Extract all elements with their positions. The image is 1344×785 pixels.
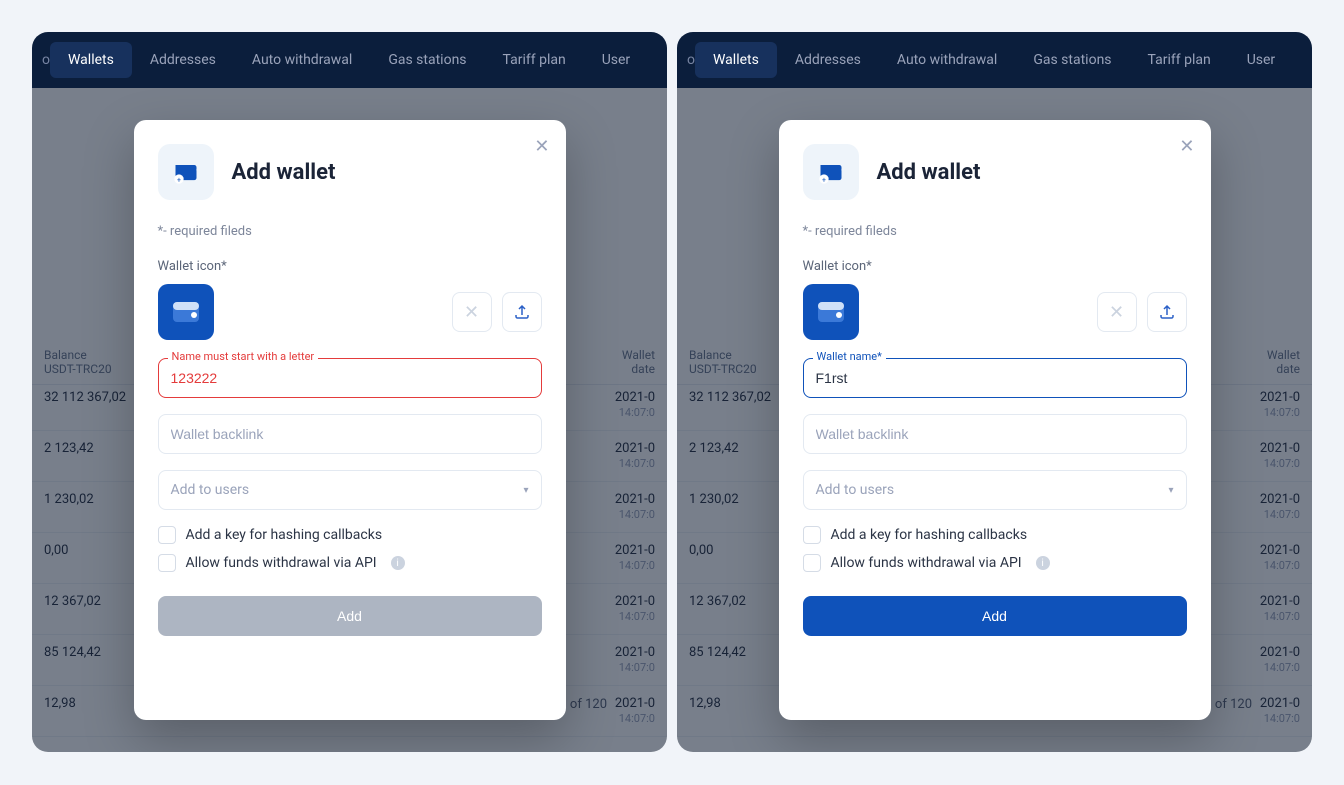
- tab-tariff-plan[interactable]: Tariff plan: [485, 42, 584, 78]
- wallet-name-input[interactable]: [158, 358, 542, 398]
- app-panel-right: o Wallets Addresses Auto withdrawal Gas …: [677, 32, 1312, 752]
- api-withdrawal-label: Allow funds withdrawal via API: [831, 555, 1022, 571]
- wallet-backlink-input[interactable]: [803, 414, 1187, 454]
- tab-gas-stations[interactable]: Gas stations: [370, 42, 484, 78]
- svg-text:+: +: [822, 177, 826, 185]
- select-placeholder: Add to users: [171, 482, 250, 498]
- tab-auto-withdrawal[interactable]: Auto withdrawal: [234, 42, 370, 78]
- wallet-backlink-field: [803, 414, 1187, 454]
- navbar: o Wallets Addresses Auto withdrawal Gas …: [32, 32, 667, 88]
- hash-callbacks-checkbox[interactable]: [803, 526, 821, 544]
- wallet-icon-preview[interactable]: [803, 284, 859, 340]
- hash-callbacks-checkbox[interactable]: [158, 526, 176, 544]
- add-button[interactable]: Add: [803, 596, 1187, 636]
- remove-icon-button[interactable]: ✕: [452, 292, 492, 332]
- add-to-users-select[interactable]: Add to users ▾: [158, 470, 542, 510]
- x-icon: ✕: [1109, 302, 1124, 323]
- wallet-icon-label: Wallet icon*: [803, 259, 1187, 274]
- modal-overlay: ✕ + Add wallet *- required fileds Wallet…: [677, 88, 1312, 752]
- nav-edge: o: [687, 52, 695, 68]
- x-icon: ✕: [464, 302, 479, 323]
- svg-text:+: +: [177, 177, 181, 185]
- add-to-users-select[interactable]: Add to users ▾: [803, 470, 1187, 510]
- tab-user[interactable]: User: [1229, 42, 1293, 78]
- upload-icon-button[interactable]: [502, 292, 542, 332]
- modal-title: Add wallet: [877, 160, 981, 185]
- required-note: *- required fileds: [803, 224, 1187, 239]
- tab-auto-withdrawal[interactable]: Auto withdrawal: [879, 42, 1015, 78]
- add-wallet-modal: ✕ + Add wallet *- required fileds Wallet…: [779, 120, 1211, 720]
- wallet-icon-label: Wallet icon*: [158, 259, 542, 274]
- wallet-name-field: Wallet name*: [803, 358, 1187, 398]
- wallet-name-field: Name must start with a letter: [158, 358, 542, 398]
- chevron-down-icon: ▾: [523, 485, 528, 496]
- hash-callbacks-label: Add a key for hashing callbacks: [186, 527, 383, 543]
- chevron-down-icon: ▾: [1168, 485, 1173, 496]
- add-to-users-field: Add to users ▾: [158, 470, 542, 510]
- add-to-users-field: Add to users ▾: [803, 470, 1187, 510]
- close-icon[interactable]: ✕: [534, 136, 549, 157]
- wallet-backlink-field: [158, 414, 542, 454]
- wallet-name-input[interactable]: [803, 358, 1187, 398]
- tab-gas-stations[interactable]: Gas stations: [1015, 42, 1129, 78]
- add-button[interactable]: Add: [158, 596, 542, 636]
- tab-addresses[interactable]: Addresses: [132, 42, 234, 78]
- select-placeholder: Add to users: [816, 482, 895, 498]
- wallet-name-error-label: Name must start with a letter: [168, 350, 319, 363]
- close-icon[interactable]: ✕: [1179, 136, 1194, 157]
- upload-icon-button[interactable]: [1147, 292, 1187, 332]
- upload-icon: [513, 303, 531, 321]
- tab-wallets[interactable]: Wallets: [50, 42, 132, 78]
- upload-icon: [1158, 303, 1176, 321]
- api-withdrawal-checkbox[interactable]: [803, 554, 821, 572]
- info-icon[interactable]: i: [391, 556, 405, 570]
- info-icon[interactable]: i: [1036, 556, 1050, 570]
- wallet-backlink-input[interactable]: [158, 414, 542, 454]
- navbar: o Wallets Addresses Auto withdrawal Gas …: [677, 32, 1312, 88]
- modal-title: Add wallet: [232, 160, 336, 185]
- api-withdrawal-label: Allow funds withdrawal via API: [186, 555, 377, 571]
- tab-tariff-plan[interactable]: Tariff plan: [1130, 42, 1229, 78]
- remove-icon-button[interactable]: ✕: [1097, 292, 1137, 332]
- add-wallet-modal: ✕ + Add wallet *- required fileds Wallet…: [134, 120, 566, 720]
- tab-addresses[interactable]: Addresses: [777, 42, 879, 78]
- wallet-name-label: Wallet name*: [813, 350, 886, 363]
- nav-edge: o: [42, 52, 50, 68]
- required-note: *- required fileds: [158, 224, 542, 239]
- app-panel-left: o Wallets Addresses Auto withdrawal Gas …: [32, 32, 667, 752]
- tab-wallets[interactable]: Wallets: [695, 42, 777, 78]
- wallet-add-icon: +: [803, 144, 859, 200]
- tab-user[interactable]: User: [584, 42, 648, 78]
- hash-callbacks-label: Add a key for hashing callbacks: [831, 527, 1028, 543]
- wallet-icon-preview[interactable]: [158, 284, 214, 340]
- api-withdrawal-checkbox[interactable]: [158, 554, 176, 572]
- wallet-add-icon: +: [158, 144, 214, 200]
- modal-overlay: ✕ + Add wallet *- required fileds Wallet…: [32, 88, 667, 752]
